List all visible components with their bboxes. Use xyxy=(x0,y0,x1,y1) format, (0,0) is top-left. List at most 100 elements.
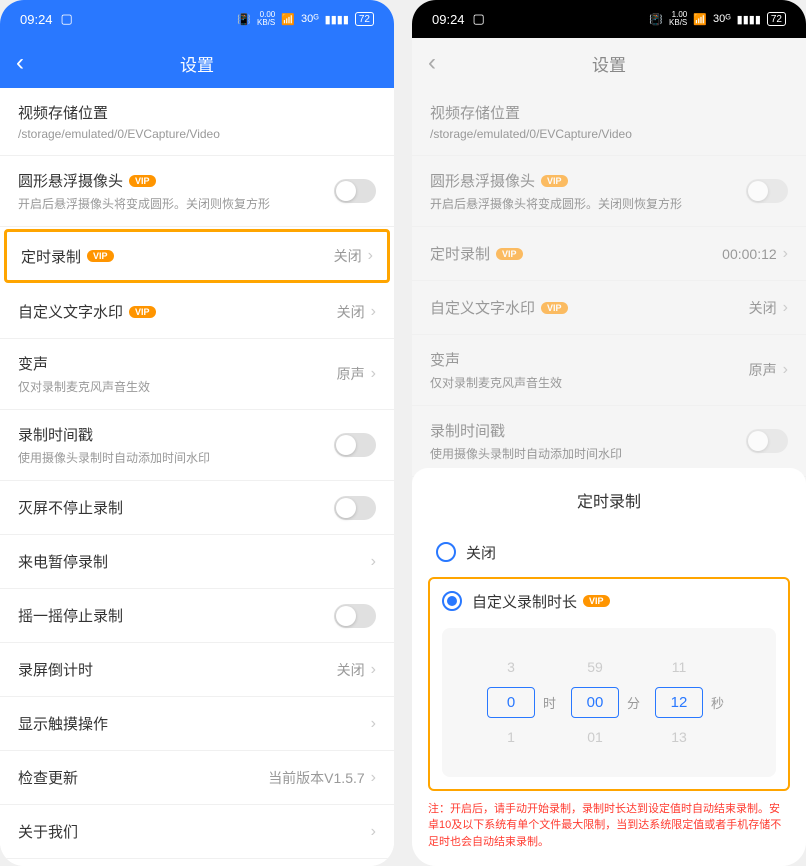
radio-label: 关闭 xyxy=(466,542,496,563)
page-title: 设置 xyxy=(592,51,626,76)
toggle-floatcam[interactable] xyxy=(334,179,376,203)
row-watermark: 自定义文字水印VIP 关闭 › xyxy=(412,281,806,335)
row-sub: 开启后悬浮摄像头将变成圆形。关闭则恢复方形 xyxy=(18,195,334,212)
row-value: 00:00:12 xyxy=(722,246,777,262)
row-incoming[interactable]: 来电暂停录制 › xyxy=(0,535,394,589)
row-timer: 定时录制 VIP 00:00:12 › xyxy=(412,227,806,281)
row-floatcam: 圆形悬浮摄像头VIP 开启后悬浮摄像头将变成圆形。关闭则恢复方形 xyxy=(412,156,806,227)
row-title: 来电暂停录制 xyxy=(18,551,371,572)
timer-sheet: 定时录制 关闭 自定义录制时长VIP 3时 59分 11秒 0时 00分 xyxy=(412,468,806,866)
net-speed: 0.00 KB/S xyxy=(257,11,275,27)
net-speed: 1.00 KB/S xyxy=(669,11,687,27)
status-time: 09:24 xyxy=(432,12,465,27)
battery-icon: 72 xyxy=(355,12,374,26)
row-floatcam[interactable]: 圆形悬浮摄像头VIP 开启后悬浮摄像头将变成圆形。关闭则恢复方形 xyxy=(0,156,394,227)
unit-s: 秒 xyxy=(711,693,731,712)
row-sub: 仅对录制麦克风声音生效 xyxy=(430,374,749,391)
radio-icon xyxy=(442,591,462,611)
signal-icon: 30ᴳ xyxy=(713,13,731,25)
row-update[interactable]: 检查更新 当前版本V1.5.7 › xyxy=(0,751,394,805)
status-time: 09:24 xyxy=(20,12,53,27)
row-storage[interactable]: 视频存储位置 /storage/emulated/0/EVCapture/Vid… xyxy=(0,88,394,156)
row-sub: 使用摄像头录制时自动添加时间水印 xyxy=(18,449,334,466)
settings-list: 视频存储位置 /storage/emulated/0/EVCapture/Vid… xyxy=(0,88,394,866)
chevron-right-icon: › xyxy=(371,661,376,679)
vip-badge: VIP xyxy=(496,248,523,260)
row-title: 自定义文字水印 xyxy=(430,297,535,318)
phone-right: 09:24 ▢ 📳 1.00 KB/S 📶 30ᴳ ▮▮▮▮ 72 ‹ 设置 视… xyxy=(412,0,806,866)
row-value: 原声 xyxy=(337,364,365,384)
row-title: 摇一摇停止录制 xyxy=(18,605,334,626)
signal-bars-icon: ▮▮▮▮ xyxy=(737,13,761,26)
picker-h[interactable]: 0 xyxy=(487,687,535,718)
radio-label: 自定义录制时长 xyxy=(472,591,577,612)
toggle-screenoff[interactable] xyxy=(334,496,376,520)
row-title: 录屏倒计时 xyxy=(18,659,337,680)
back-button[interactable]: ‹ xyxy=(16,49,24,77)
chevron-right-icon: › xyxy=(371,303,376,321)
radio-off[interactable]: 关闭 xyxy=(428,532,790,573)
chevron-right-icon: › xyxy=(371,365,376,383)
row-touches[interactable]: 显示触摸操作 › xyxy=(0,697,394,751)
row-timestamp: 录制时间戳 使用摄像头录制时自动添加时间水印 xyxy=(412,406,806,477)
status-app-icon: ▢ xyxy=(61,11,73,27)
wifi-icon: 📶 xyxy=(281,13,295,26)
row-voice[interactable]: 变声 仅对录制麦克风声音生效 原声 › xyxy=(0,339,394,410)
row-title: 关于我们 xyxy=(18,821,371,842)
status-app-icon: ▢ xyxy=(473,11,485,27)
row-value: 关闭 xyxy=(334,246,362,266)
row-sub: /storage/emulated/0/EVCapture/Video xyxy=(18,127,376,141)
vip-badge: VIP xyxy=(129,306,156,318)
header: ‹ 设置 xyxy=(0,38,394,88)
signal-bars-icon: ▮▮▮▮ xyxy=(325,13,349,26)
row-timer[interactable]: 定时录制VIP 关闭 › xyxy=(4,229,390,283)
page-title: 设置 xyxy=(180,51,214,76)
row-title: 灭屏不停止录制 xyxy=(18,497,334,518)
row-countdown[interactable]: 录屏倒计时 关闭 › xyxy=(0,643,394,697)
status-bar: 09:24 ▢ 📳 1.00 KB/S 📶 30ᴳ ▮▮▮▮ 72 xyxy=(412,0,806,38)
radio-custom[interactable]: 自定义录制时长VIP xyxy=(442,591,776,616)
picker-m[interactable]: 00 xyxy=(571,687,619,718)
row-title: 变声 xyxy=(18,353,337,374)
row-sub: 使用摄像头录制时自动添加时间水印 xyxy=(430,445,746,462)
row-storage: 视频存储位置 /storage/emulated/0/EVCapture/Vid… xyxy=(412,88,806,156)
row-watermark[interactable]: 自定义文字水印VIP 关闭 › xyxy=(0,285,394,339)
vip-badge: VIP xyxy=(541,302,568,314)
time-picker[interactable]: 3时 59分 11秒 0时 00分 12秒 1时 01分 13秒 xyxy=(442,628,776,777)
row-about[interactable]: 关于我们 › xyxy=(0,805,394,859)
row-title: 定时录制 xyxy=(430,243,490,264)
phone-left: 09:24 ▢ 📳 0.00 KB/S 📶 30ᴳ ▮▮▮▮ 72 ‹ 设置 视… xyxy=(0,0,394,866)
vibrate-icon: 📳 xyxy=(649,13,663,26)
row-title: 圆形悬浮摄像头 xyxy=(18,170,123,191)
header: ‹ 设置 xyxy=(412,38,806,88)
vip-badge: VIP xyxy=(541,175,568,187)
status-bar: 09:24 ▢ 📳 0.00 KB/S 📶 30ᴳ ▮▮▮▮ 72 xyxy=(0,0,394,38)
row-value: 关闭 xyxy=(337,660,365,680)
back-button[interactable]: ‹ xyxy=(428,49,436,77)
row-value: 当前版本V1.5.7 xyxy=(268,768,364,788)
row-title: 定时录制 xyxy=(21,246,81,267)
row-title: 变声 xyxy=(430,349,749,370)
row-timestamp[interactable]: 录制时间戳 使用摄像头录制时自动添加时间水印 xyxy=(0,410,394,481)
chevron-right-icon: › xyxy=(368,247,373,265)
row-title: 录制时间戳 xyxy=(430,420,746,441)
chevron-right-icon: › xyxy=(371,769,376,787)
row-shake[interactable]: 摇一摇停止录制 xyxy=(0,589,394,643)
row-sub: 仅对录制麦克风声音生效 xyxy=(18,378,337,395)
picker-s-prev: 11 xyxy=(655,659,703,675)
toggle-timestamp xyxy=(746,429,788,453)
chevron-right-icon: › xyxy=(371,553,376,571)
toggle-timestamp[interactable] xyxy=(334,433,376,457)
row-title: 显示触摸操作 xyxy=(18,713,371,734)
chevron-right-icon: › xyxy=(783,245,788,263)
chevron-right-icon: › xyxy=(371,823,376,841)
radio-icon xyxy=(436,542,456,562)
row-title: 自定义文字水印 xyxy=(18,301,123,322)
row-screenoff[interactable]: 灭屏不停止录制 xyxy=(0,481,394,535)
toggle-shake[interactable] xyxy=(334,604,376,628)
picker-s[interactable]: 12 xyxy=(655,687,703,718)
signal-icon: 30ᴳ xyxy=(301,13,319,25)
row-value: 关闭 xyxy=(749,298,777,318)
vibrate-icon: 📳 xyxy=(237,13,251,26)
picker-h-prev: 3 xyxy=(487,659,535,675)
